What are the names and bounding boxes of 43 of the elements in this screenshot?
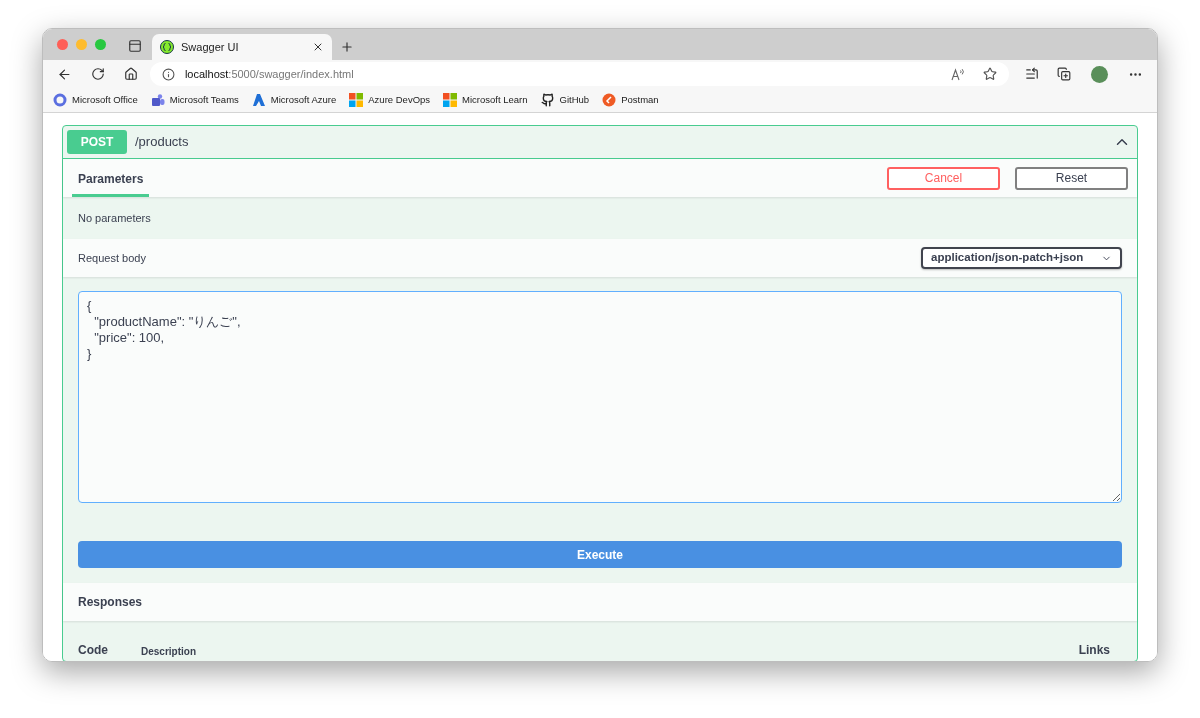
section-title: Responses [78,594,143,611]
round-logo-icon [602,93,617,107]
reload-icon[interactable] [90,67,105,81]
new-tab-icon[interactable] [340,40,354,54]
section-title: Request body [78,250,147,266]
column-header: Links [1078,642,1110,659]
bookmark-link[interactable]: Microsoft Teams [150,92,239,108]
bookmark-link[interactable]: Microsoft Learn [443,92,528,108]
parameters-tab[interactable]: Parameters [72,159,150,197]
bookmark-link[interactable]: Microsoft Azure [251,92,337,108]
favorites-icon[interactable] [1025,67,1040,81]
cat-logo-icon [540,93,555,107]
request-body-editor[interactable]: { "productName": "りんご", "price": 100, } [78,291,1122,503]
grid-logo-icon [443,93,458,107]
collections-icon[interactable] [1057,67,1072,81]
reset-button[interactable]: Reset [1015,166,1128,190]
back-icon[interactable] [57,66,72,82]
tab-title: Swagger UI [181,39,240,55]
url-text: localhost:5000/swagger/index.html [184,66,355,82]
home-icon[interactable] [123,67,138,81]
add-favorite-icon[interactable] [983,67,998,81]
ring-logo-icon [53,93,67,107]
bookmark-link[interactable]: GitHub [540,92,590,108]
grid-logo-icon [349,93,364,107]
parameters-note: No parameters [78,210,151,226]
bookmark-link[interactable]: Microsoft Office [53,92,138,108]
profile-avatar[interactable] [1091,65,1109,83]
triangle-logo-icon [251,93,266,107]
bookmark-link[interactable]: Postman [602,92,659,108]
column-header: Description [141,645,197,659]
address-bar[interactable]: localhost:5000/swagger/index.html [149,62,1010,86]
endpoint-path: /products [135,133,190,152]
column-header: Code [78,642,109,659]
read-aloud-icon[interactable] [951,67,966,81]
close-tab-icon[interactable] [312,41,324,53]
braces-logo-icon [160,40,174,54]
tab-panel-icon[interactable] [128,39,142,53]
people-logo-icon [150,93,165,107]
info-icon [161,67,175,81]
method-badge: POST [67,130,127,154]
browser-tab[interactable]: Swagger UI [152,34,332,60]
bookmark-link[interactable]: Azure DevOps [349,92,431,108]
content-type-select[interactable]: application/json-patch+json [921,247,1122,269]
